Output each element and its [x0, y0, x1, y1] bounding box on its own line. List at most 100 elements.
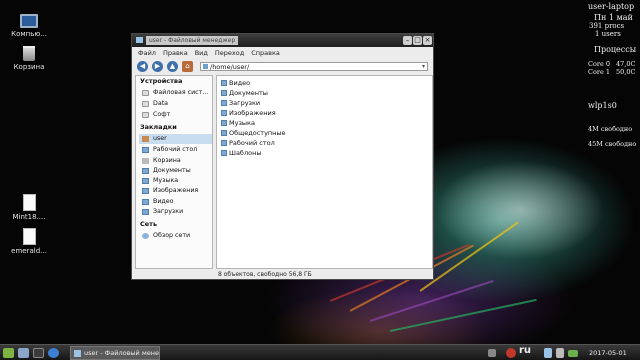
menu-view[interactable]: Вид [195, 49, 208, 57]
sidebar-item-network[interactable]: Обзор сети [139, 231, 212, 241]
sidebar-item-documents[interactable]: Документы [139, 166, 212, 176]
folder-icon [221, 120, 227, 126]
terminal-icon[interactable] [33, 348, 44, 358]
sidebar-item-label: Корзина [153, 157, 181, 164]
taskbar-window-label: user - Файловый мене... [84, 349, 160, 357]
menu-help[interactable]: Справка [251, 49, 280, 57]
file-item-templates[interactable]: Шаблоны [220, 148, 261, 158]
home-button[interactable]: ⌂ [182, 61, 193, 72]
conky-core1-temp: 50,0C [616, 68, 636, 76]
conky-users: 1 users [595, 30, 621, 38]
sidebar-item-label: Музыка [153, 177, 179, 184]
close-button[interactable]: × [423, 36, 432, 45]
network-icon[interactable] [544, 348, 552, 358]
sidebar-item-downloads[interactable]: Загрузки [139, 207, 212, 217]
window-titlebar[interactable]: user - Файловый менеджер – □ × [132, 34, 433, 47]
window-title: user - Файловый менеджер [146, 36, 238, 45]
folder-icon [221, 150, 227, 156]
desktop-icon-label: emerald... [11, 247, 47, 255]
browser-icon[interactable] [48, 348, 59, 358]
sidebar-item-pictures[interactable]: Изображения [139, 186, 212, 196]
sidebar-item-user[interactable]: user [139, 134, 212, 144]
menu-edit[interactable]: Правка [163, 49, 188, 57]
sidebar-item-label: Загрузки [153, 208, 184, 215]
file-item-desktop[interactable]: Рабочий стол [220, 138, 275, 148]
folder-icon [221, 130, 227, 136]
wallpaper-streak [389, 298, 537, 332]
sidebar-item-trash[interactable]: Корзина [139, 156, 212, 166]
folder-icon [142, 168, 149, 174]
menu-file[interactable]: Файл [138, 49, 156, 57]
sidebar-item-desktop[interactable]: Рабочий стол [139, 145, 212, 155]
file-item-music[interactable]: Музыка [220, 118, 255, 128]
file-item-pictures[interactable]: Изображения [220, 108, 276, 118]
desktop-icon-label: Компью... [11, 30, 47, 38]
folder-icon [142, 209, 149, 215]
maximize-button[interactable]: □ [413, 36, 422, 45]
sidebar-item-music[interactable]: Музыка [139, 176, 212, 186]
menu-go[interactable]: Переход [215, 49, 244, 57]
path-field[interactable]: /home/user/ ▾ [200, 62, 428, 71]
trash-icon [23, 46, 35, 61]
sidebar: Устройства Файловая сист... Data Софт За… [135, 75, 213, 269]
show-desktop-icon[interactable] [18, 348, 29, 358]
file-item-documents[interactable]: Документы [220, 88, 268, 98]
taskbar-window-button[interactable]: user - Файловый мене... [70, 346, 160, 360]
conky-processes-label: Процессы [594, 45, 637, 54]
file-list[interactable]: Видео Документы Загрузки Изображения Муз… [216, 75, 433, 269]
desktop-icon-trash[interactable]: Корзина [1, 46, 57, 71]
file-item-label: Документы [229, 89, 268, 97]
sidebar-item-label: Изображения [153, 187, 199, 194]
folder-icon [221, 80, 227, 86]
file-icon [22, 194, 36, 211]
minimize-button[interactable]: – [403, 36, 412, 45]
battery-icon[interactable] [568, 350, 578, 357]
drive-icon [142, 90, 149, 96]
sidebar-item-videos[interactable]: Видео [139, 197, 212, 207]
file-icon [22, 228, 36, 245]
path-text: /home/user/ [210, 63, 250, 71]
mint-menu-icon[interactable] [3, 348, 14, 358]
forward-button[interactable]: ▶ [152, 61, 163, 72]
folder-icon [142, 178, 149, 184]
file-item-label: Рабочий стол [229, 139, 275, 147]
file-item-downloads[interactable]: Загрузки [220, 98, 260, 108]
conky-wlan: wlp1s0 [588, 101, 617, 110]
sidebar-item-soft[interactable]: Софт [139, 110, 212, 120]
folder-icon [142, 147, 149, 153]
folder-icon [136, 37, 143, 43]
up-button[interactable]: ▲ [167, 61, 178, 72]
conky-free1: 4M свободно [588, 125, 633, 133]
tray-app-icon[interactable] [488, 349, 496, 357]
menubar: Файл Правка Вид Переход Справка [132, 47, 433, 59]
keyboard-layout[interactable]: ru [519, 345, 531, 356]
file-item-label: Изображения [229, 109, 276, 117]
clock-date[interactable]: 2017-05-01 [589, 349, 627, 357]
file-item-videos[interactable]: Видео [220, 78, 250, 88]
sidebar-section-bookmarks: Закладки [140, 123, 177, 131]
folder-icon [221, 100, 227, 106]
conky-procs: 391 procs [589, 22, 625, 30]
bookmark-toggle-icon[interactable]: ▾ [422, 63, 425, 71]
sidebar-item-data[interactable]: Data [139, 99, 212, 109]
sidebar-item-filesystem[interactable]: Файловая сист... [139, 88, 212, 98]
back-button[interactable]: ◀ [137, 61, 148, 72]
desktop-icon-mint[interactable]: Mint18.... [1, 194, 57, 221]
folder-icon [142, 199, 149, 205]
file-item-label: Шаблоны [229, 149, 262, 157]
file-item-label: Загрузки [229, 99, 261, 107]
folder-icon [142, 188, 149, 194]
volume-icon[interactable] [556, 348, 564, 358]
file-manager-window[interactable]: user - Файловый менеджер – □ × Файл Прав… [131, 33, 434, 280]
sidebar-item-label: Документы [153, 167, 191, 174]
sidebar-section-network: Сеть [140, 220, 158, 228]
folder-icon [221, 140, 227, 146]
desktop-icon-emerald[interactable]: emerald... [1, 228, 57, 255]
folder-icon [221, 110, 227, 116]
trash-icon [142, 158, 149, 164]
home-icon [142, 136, 149, 142]
network-icon [142, 233, 149, 239]
power-icon[interactable] [506, 348, 516, 358]
desktop-icon-computer[interactable]: Компью... [1, 14, 57, 38]
file-item-public[interactable]: Общедоступные [220, 128, 286, 138]
